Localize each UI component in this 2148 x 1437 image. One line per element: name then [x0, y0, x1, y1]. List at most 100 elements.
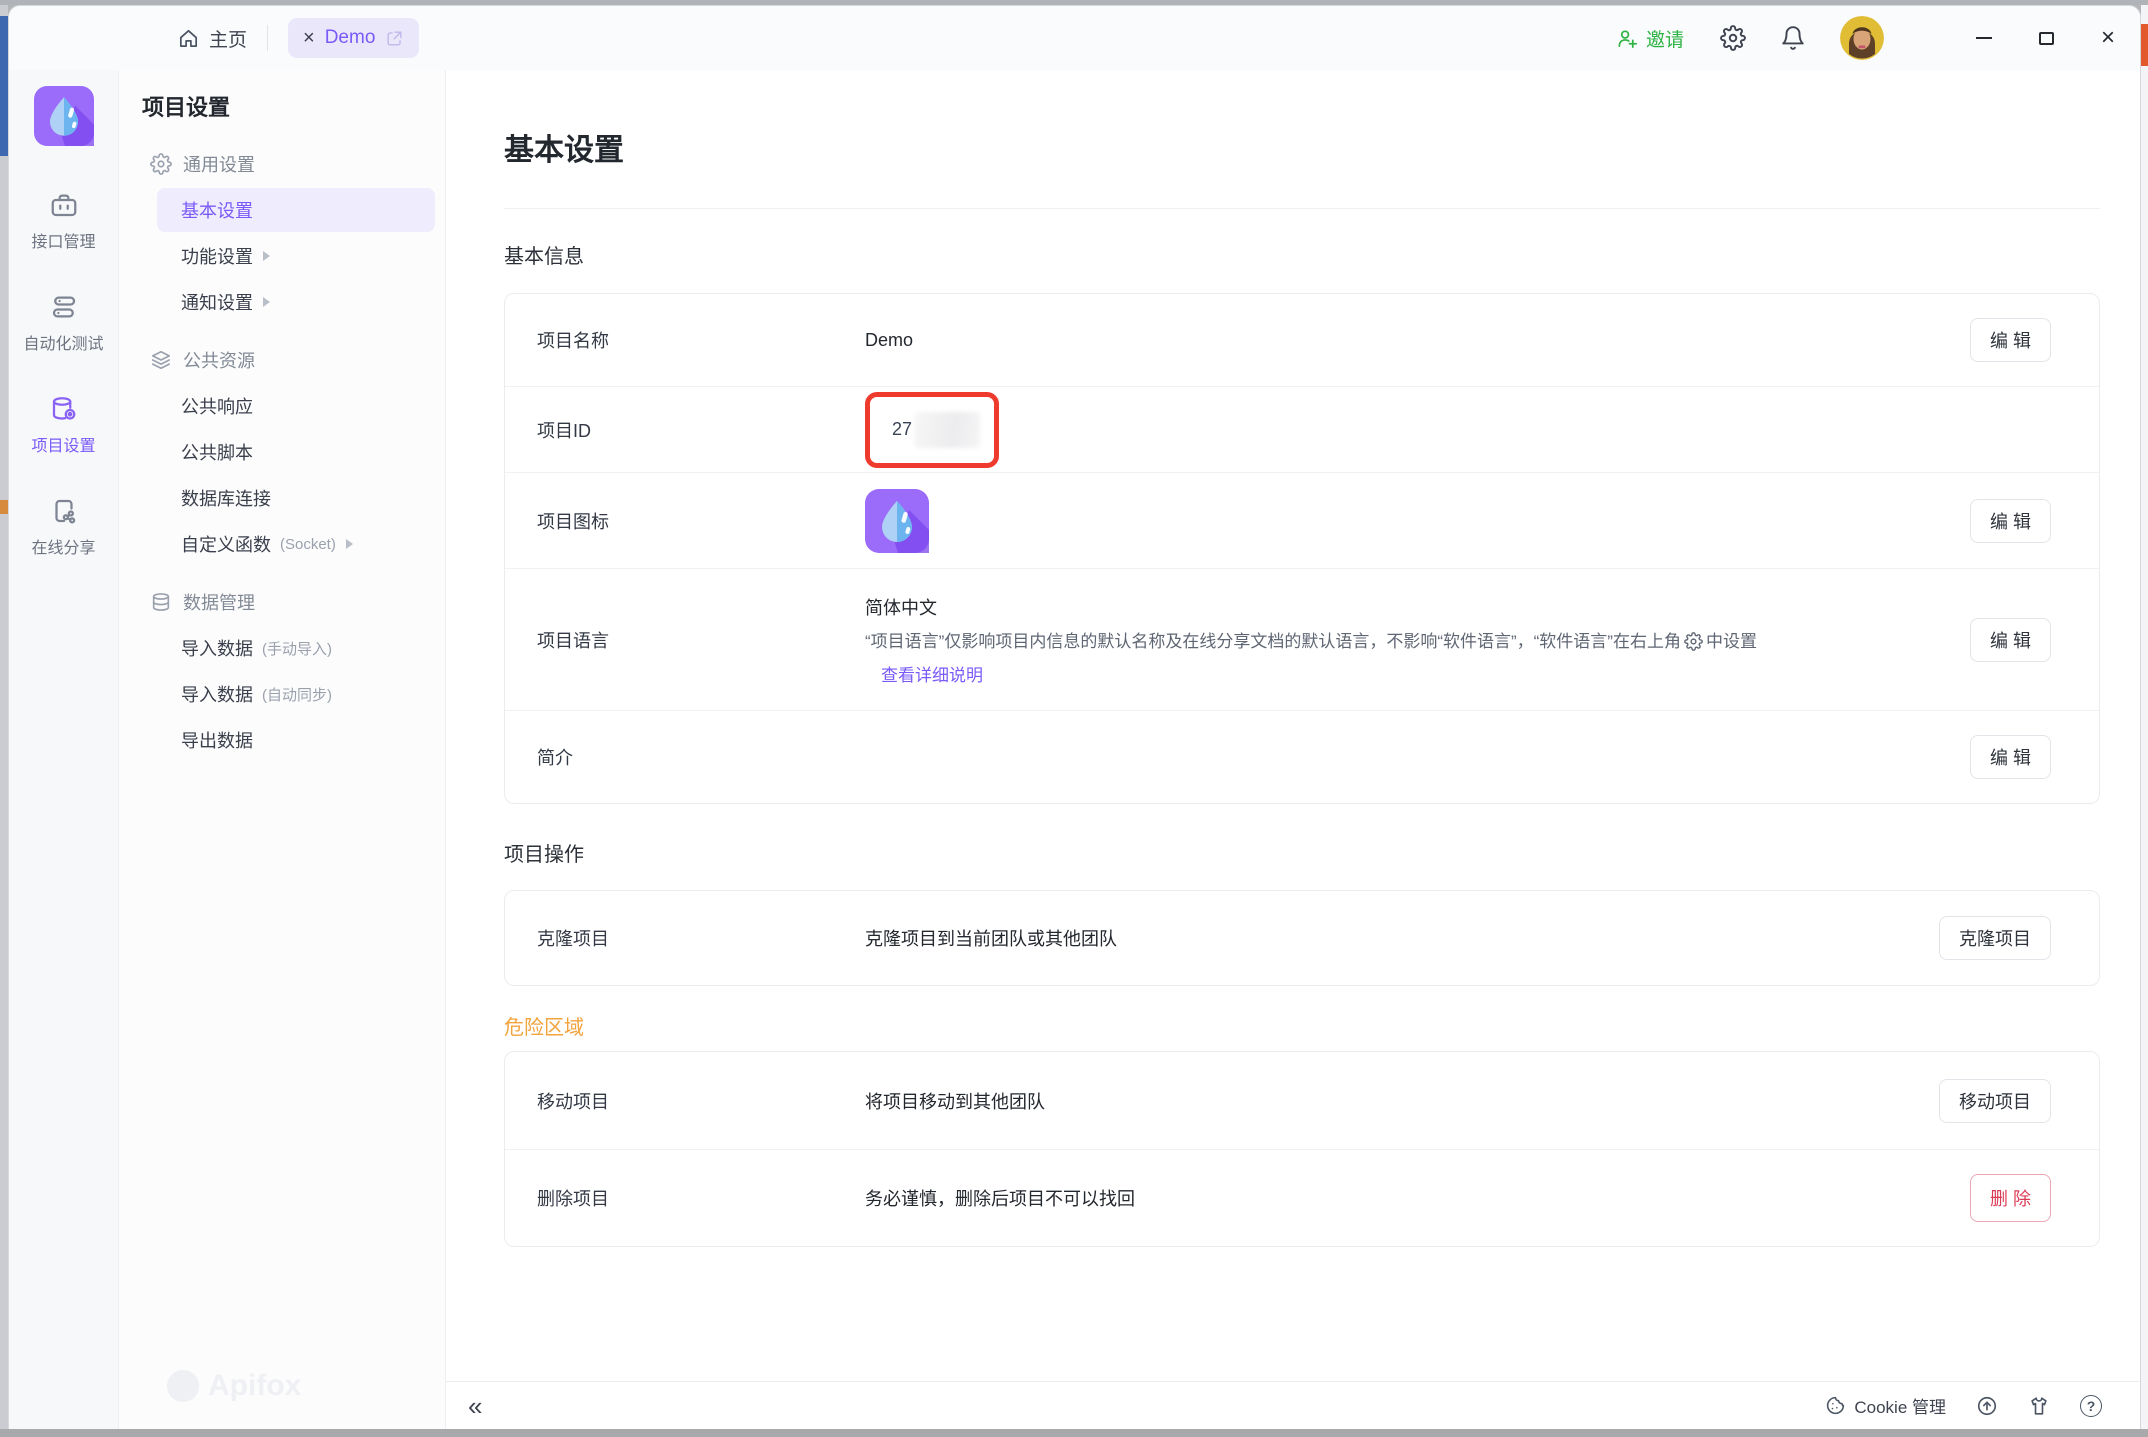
- cookie-icon: [1825, 1395, 1846, 1416]
- apifox-watermark-logo: [167, 1370, 199, 1402]
- maximize-icon: [2039, 32, 2054, 45]
- invite-button[interactable]: 邀请: [1616, 25, 1684, 52]
- window-minimize-button[interactable]: [1974, 37, 1994, 39]
- project-icon-image: [865, 489, 929, 553]
- expand-arrow-icon: [346, 539, 353, 549]
- collapse-sidebar-button[interactable]: «: [468, 1393, 482, 1419]
- delete-project-button[interactable]: 删 除: [1970, 1174, 2051, 1222]
- topbar-right: 邀请 ×: [1616, 16, 2118, 60]
- edit-project-language-button[interactable]: 编 辑: [1970, 618, 2051, 662]
- row-clone-project: 克隆项目 克隆项目到当前团队或其他团队 克隆项目: [505, 891, 2099, 985]
- row-project-name: 项目名称 Demo 编 辑: [505, 294, 2099, 386]
- main-content: 基本设置 基本信息 项目名称 Demo 编 辑 项目ID 27: [446, 70, 2140, 1429]
- user-avatar[interactable]: [1840, 16, 1884, 60]
- project-name-value: Demo: [865, 330, 1970, 351]
- sidebar-group-header: 通用设置: [119, 142, 445, 186]
- expand-arrow-icon: [263, 297, 270, 307]
- theme-shirt-icon[interactable]: [2028, 1395, 2050, 1417]
- tab-demo[interactable]: × Demo: [288, 18, 419, 58]
- sidebar-item-notification-settings[interactable]: 通知设置: [157, 280, 435, 324]
- screen-bottom-edge: [0, 1429, 2148, 1437]
- rail-item-automated-testing[interactable]: 自动化测试: [9, 286, 118, 360]
- rail-item-online-share[interactable]: 在线分享: [9, 490, 118, 564]
- sidebar-item-import-data-manual[interactable]: 导入数据 (手动导入): [157, 626, 435, 670]
- sidebar-item-label: 数据库连接: [181, 485, 271, 511]
- move-project-button[interactable]: 移动项目: [1939, 1079, 2051, 1123]
- clone-project-label: 克隆项目: [537, 925, 865, 951]
- sidebar-item-export-data[interactable]: 导出数据: [157, 718, 435, 762]
- red-annotation-box: 27: [865, 392, 999, 468]
- view-details-link[interactable]: 查看详细说明: [881, 663, 1970, 689]
- help-icon[interactable]: ?: [2080, 1395, 2102, 1417]
- sidebar-group-general: 通用设置 基本设置 功能设置 通知设置: [119, 142, 445, 324]
- project-language-description: “项目语言”仅影响项目内信息的默认名称及在线分享文档的默认语言，不影响“软件语言…: [865, 627, 1970, 657]
- settings-gear-icon[interactable]: [1720, 25, 1746, 51]
- sidebar-item-database-connections[interactable]: 数据库连接: [157, 476, 435, 520]
- notifications-bell-icon[interactable]: [1780, 25, 1806, 51]
- basic-info-card: 项目名称 Demo 编 辑 项目ID 27: [504, 293, 2100, 804]
- delete-project-label: 删除项目: [537, 1185, 865, 1211]
- sidebar-item-label: 导出数据: [181, 727, 253, 753]
- edit-project-name-button[interactable]: 编 辑: [1970, 318, 2051, 362]
- row-project-icon: 项目图标: [505, 472, 2099, 568]
- rail-item-project-settings[interactable]: 项目设置: [9, 388, 118, 462]
- sidebar-item-custom-functions[interactable]: 自定义函数 (Socket): [157, 522, 435, 566]
- share-doc-icon: [49, 496, 79, 526]
- project-language-label: 项目语言: [537, 627, 865, 653]
- sidebar-item-feature-settings[interactable]: 功能设置: [157, 234, 435, 278]
- sidebar-item-public-scripts[interactable]: 公共脚本: [157, 430, 435, 474]
- sidebar-group-header: 公共资源: [119, 338, 445, 382]
- sidebar-item-basic-settings[interactable]: 基本设置: [157, 188, 435, 232]
- project-intro-label: 简介: [537, 744, 865, 770]
- sidebar-group-public-resources: 公共资源 公共响应 公共脚本 数据库连接 自定义函数 (Socket): [119, 338, 445, 566]
- cookie-manager-label: Cookie 管理: [1854, 1393, 1946, 1418]
- edit-project-icon-button[interactable]: 编 辑: [1970, 499, 2051, 543]
- sidebar-item-suffix: (手动导入): [262, 638, 332, 659]
- home-button[interactable]: 主页: [177, 25, 247, 52]
- statusbar-right: Cookie 管理 ?: [1825, 1393, 2102, 1418]
- sidebar-group-label: 数据管理: [183, 589, 255, 615]
- cookie-manager-button[interactable]: Cookie 管理: [1825, 1393, 1946, 1418]
- toolbox-icon: [49, 190, 79, 220]
- page-title: 基本设置: [504, 130, 2100, 172]
- top-bar: 主页 × Demo 邀请 ×: [9, 6, 2140, 70]
- window-close-button[interactable]: ×: [2098, 26, 2118, 50]
- project-language-value: 简体中文: [865, 593, 1970, 623]
- sidebar-group-header: 数据管理: [119, 580, 445, 624]
- edit-project-intro-button[interactable]: 编 辑: [1970, 735, 2051, 779]
- delete-project-description: 务必谨慎，删除后项目不可以找回: [865, 1185, 1970, 1211]
- divider: [504, 208, 2100, 209]
- open-external-icon[interactable]: [385, 29, 404, 48]
- tab-close-icon[interactable]: ×: [303, 28, 315, 48]
- app-window: 主页 × Demo 邀请 ×: [8, 5, 2141, 1429]
- project-language-value-block: 简体中文 “项目语言”仅影响项目内信息的默认名称及在线分享文档的默认语言，不影响…: [865, 575, 1970, 705]
- background-window-edge: [0, 0, 8, 1437]
- section-danger-zone-label: 危险区域: [504, 1014, 2100, 1042]
- project-id-value-wrap: 27: [865, 392, 2051, 468]
- sidebar-group-data-management: 数据管理 导入数据 (手动导入) 导入数据 (自动同步) 导出数据: [119, 580, 445, 762]
- sidebar-item-label: 功能设置: [181, 243, 253, 269]
- test-stack-icon: [49, 292, 79, 322]
- invite-person-icon: [1616, 27, 1639, 50]
- project-name-label: 项目名称: [537, 327, 865, 353]
- primary-nav-rail: 接口管理 自动化测试 项目设置 在线分享: [9, 70, 119, 1429]
- section-operations-label: 项目操作: [504, 841, 2100, 869]
- rail-item-api-management[interactable]: 接口管理: [9, 184, 118, 258]
- row-project-id: 项目ID 27: [505, 386, 2099, 472]
- sidebar-item-import-data-sync[interactable]: 导入数据 (自动同步): [157, 672, 435, 716]
- clone-project-button[interactable]: 克隆项目: [1939, 916, 2051, 960]
- sidebar-item-label: 公共脚本: [181, 439, 253, 465]
- settings-sidebar: 项目设置 通用设置 基本设置 功能设置 通知设置: [119, 70, 446, 1429]
- upload-circle-icon[interactable]: [1976, 1395, 1998, 1417]
- sidebar-item-public-responses[interactable]: 公共响应: [157, 384, 435, 428]
- sidebar-item-label: 导入数据: [181, 635, 253, 661]
- inline-gear-icon: [1684, 632, 1703, 651]
- app-logo: [34, 86, 94, 146]
- clone-project-description: 克隆项目到当前团队或其他团队: [865, 925, 1939, 951]
- danger-zone-card: 移动项目 将项目移动到其他团队 移动项目 删除项目 务必谨慎，删除后项目不可以找…: [504, 1051, 2100, 1247]
- window-maximize-button[interactable]: [2036, 32, 2056, 45]
- close-icon: ×: [2101, 26, 2115, 50]
- sidebar-title: 项目设置: [119, 70, 445, 142]
- sidebar-item-label: 基本设置: [181, 197, 253, 223]
- project-id-value: 27: [892, 419, 912, 440]
